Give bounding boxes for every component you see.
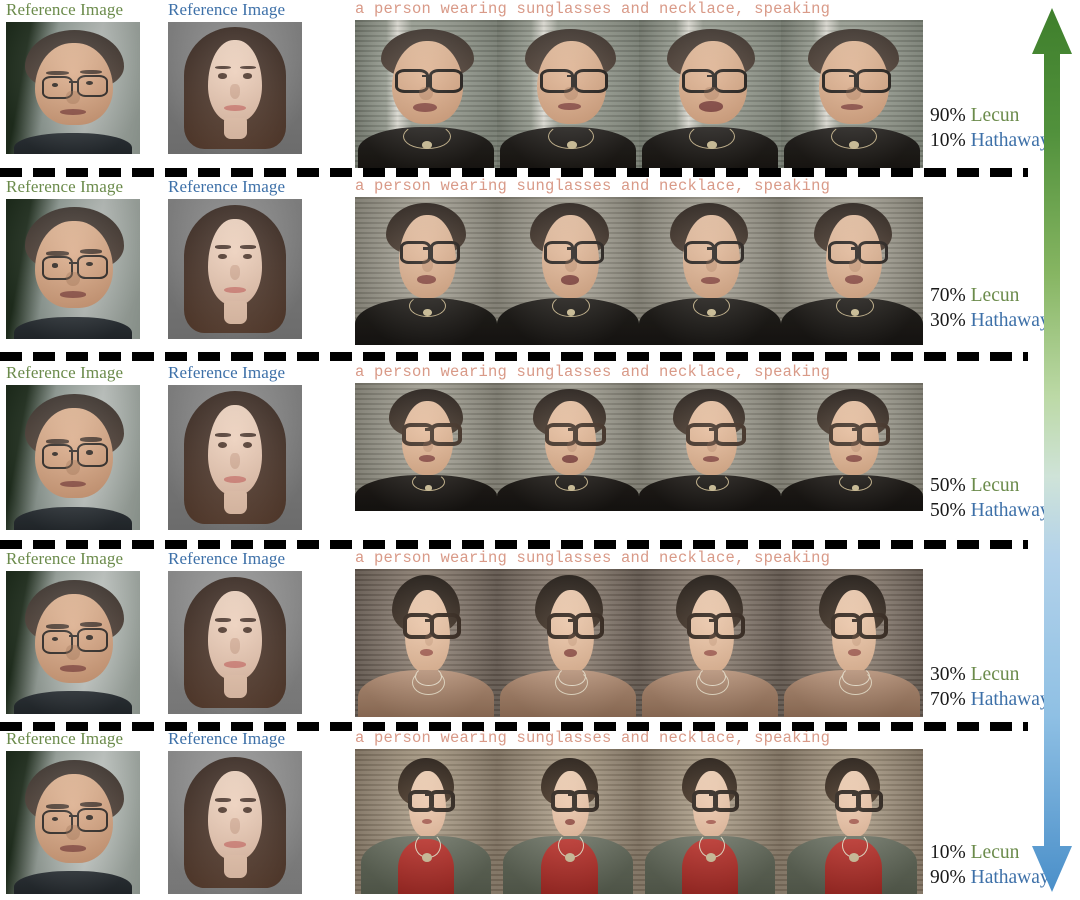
reference-caption-lecun: Reference Image — [6, 363, 124, 382]
video-frame — [497, 20, 639, 168]
reference-photo-hathaway — [168, 571, 302, 714]
lecun-percent: 50% — [930, 475, 966, 496]
generated-video-column: a person wearing sunglasses and necklace… — [355, 0, 923, 168]
lecun-name: Lecun — [970, 285, 1020, 306]
video-frame — [355, 197, 497, 345]
prompt-text: a person wearing sunglasses and necklace… — [355, 363, 831, 381]
reference-caption-hathaway: Reference Image — [168, 0, 286, 19]
generated-video-column: a person wearing sunglasses and necklace… — [355, 177, 923, 345]
reference-image-hathaway: Reference Image — [168, 549, 316, 714]
video-frame-strip — [355, 569, 923, 717]
prompt-text: a person wearing sunglasses and necklace… — [355, 729, 831, 747]
reference-caption-lecun: Reference Image — [6, 549, 124, 568]
prompt-text: a person wearing sunglasses and necklace… — [355, 549, 831, 567]
reference-photo-hathaway — [168, 385, 302, 530]
lecun-percent: 10% — [930, 842, 966, 863]
comparison-row: Reference Image Reference Image a person… — [0, 363, 1050, 540]
reference-image-hathaway: Reference Image — [168, 0, 316, 154]
reference-photo-lecun — [6, 385, 140, 530]
figure-canvas: Reference Image Reference Image a person… — [0, 0, 1080, 900]
comparison-row: Reference Image Reference Image a person… — [0, 177, 1050, 352]
hathaway-percent: 30% — [930, 310, 966, 331]
lecun-name: Lecun — [970, 664, 1020, 685]
video-frame — [639, 749, 781, 894]
video-frame — [355, 20, 497, 168]
reference-image-hathaway: Reference Image — [168, 363, 316, 530]
video-frame — [781, 197, 923, 345]
reference-caption-hathaway: Reference Image — [168, 729, 286, 748]
hathaway-percent: 10% — [930, 130, 966, 151]
reference-caption-lecun: Reference Image — [6, 177, 124, 196]
reference-photo-hathaway — [168, 22, 302, 154]
reference-photo-hathaway — [168, 751, 302, 894]
video-frame — [781, 383, 923, 511]
video-frame — [781, 20, 923, 168]
generated-video-column: a person wearing sunglasses and necklace… — [355, 363, 923, 511]
lecun-percent: 30% — [930, 664, 966, 685]
video-frame — [639, 20, 781, 168]
lecun-name: Lecun — [970, 475, 1020, 496]
reference-image-hathaway: Reference Image — [168, 177, 316, 339]
video-frame-strip — [355, 197, 923, 345]
hathaway-percent: 70% — [930, 689, 966, 710]
video-frame — [497, 749, 639, 894]
video-frame — [639, 569, 781, 717]
video-frame-strip — [355, 383, 923, 511]
video-frame — [355, 383, 497, 511]
generated-video-column: a person wearing sunglasses and necklace… — [355, 729, 923, 894]
prompt-text: a person wearing sunglasses and necklace… — [355, 177, 831, 195]
lecun-name: Lecun — [970, 842, 1020, 863]
video-frame — [355, 569, 497, 717]
generated-video-column: a person wearing sunglasses and necklace… — [355, 549, 923, 717]
video-frame-strip — [355, 749, 923, 894]
reference-photo-hathaway — [168, 199, 302, 339]
video-frame — [639, 383, 781, 511]
reference-caption-lecun: Reference Image — [6, 729, 124, 748]
reference-photo-lecun — [6, 199, 140, 339]
comparison-row: Reference Image Reference Image a person… — [0, 549, 1050, 724]
lecun-name: Lecun — [970, 105, 1020, 126]
video-frame — [639, 197, 781, 345]
row-separator — [0, 540, 1028, 549]
comparison-row: Reference Image Reference Image a person… — [0, 0, 1050, 175]
row-separator — [0, 722, 1028, 731]
reference-caption-lecun: Reference Image — [6, 0, 124, 19]
reference-image-lecun: Reference Image — [6, 549, 154, 714]
reference-image-lecun: Reference Image — [6, 363, 154, 530]
reference-photo-lecun — [6, 571, 140, 714]
hathaway-percent: 90% — [930, 867, 966, 888]
reference-image-lecun: Reference Image — [6, 177, 154, 339]
reference-photo-lecun — [6, 751, 140, 894]
video-frame-strip — [355, 20, 923, 168]
identity-interpolation-arrow — [1030, 8, 1074, 892]
video-frame — [497, 569, 639, 717]
row-separator — [0, 168, 1028, 177]
reference-image-hathaway: Reference Image — [168, 729, 316, 894]
row-separator — [0, 352, 1028, 361]
reference-image-lecun: Reference Image — [6, 0, 154, 154]
video-frame — [497, 197, 639, 345]
video-frame — [781, 569, 923, 717]
prompt-text: a person wearing sunglasses and necklace… — [355, 0, 831, 18]
video-frame — [781, 749, 923, 894]
reference-photo-lecun — [6, 22, 140, 154]
video-frame — [355, 749, 497, 894]
hathaway-percent: 50% — [930, 500, 966, 521]
lecun-percent: 70% — [930, 285, 966, 306]
video-frame — [497, 383, 639, 511]
comparison-row: Reference Image Reference Image a person… — [0, 729, 1050, 900]
reference-caption-hathaway: Reference Image — [168, 549, 286, 568]
reference-caption-hathaway: Reference Image — [168, 177, 286, 196]
lecun-percent: 90% — [930, 105, 966, 126]
reference-image-lecun: Reference Image — [6, 729, 154, 894]
reference-caption-hathaway: Reference Image — [168, 363, 286, 382]
